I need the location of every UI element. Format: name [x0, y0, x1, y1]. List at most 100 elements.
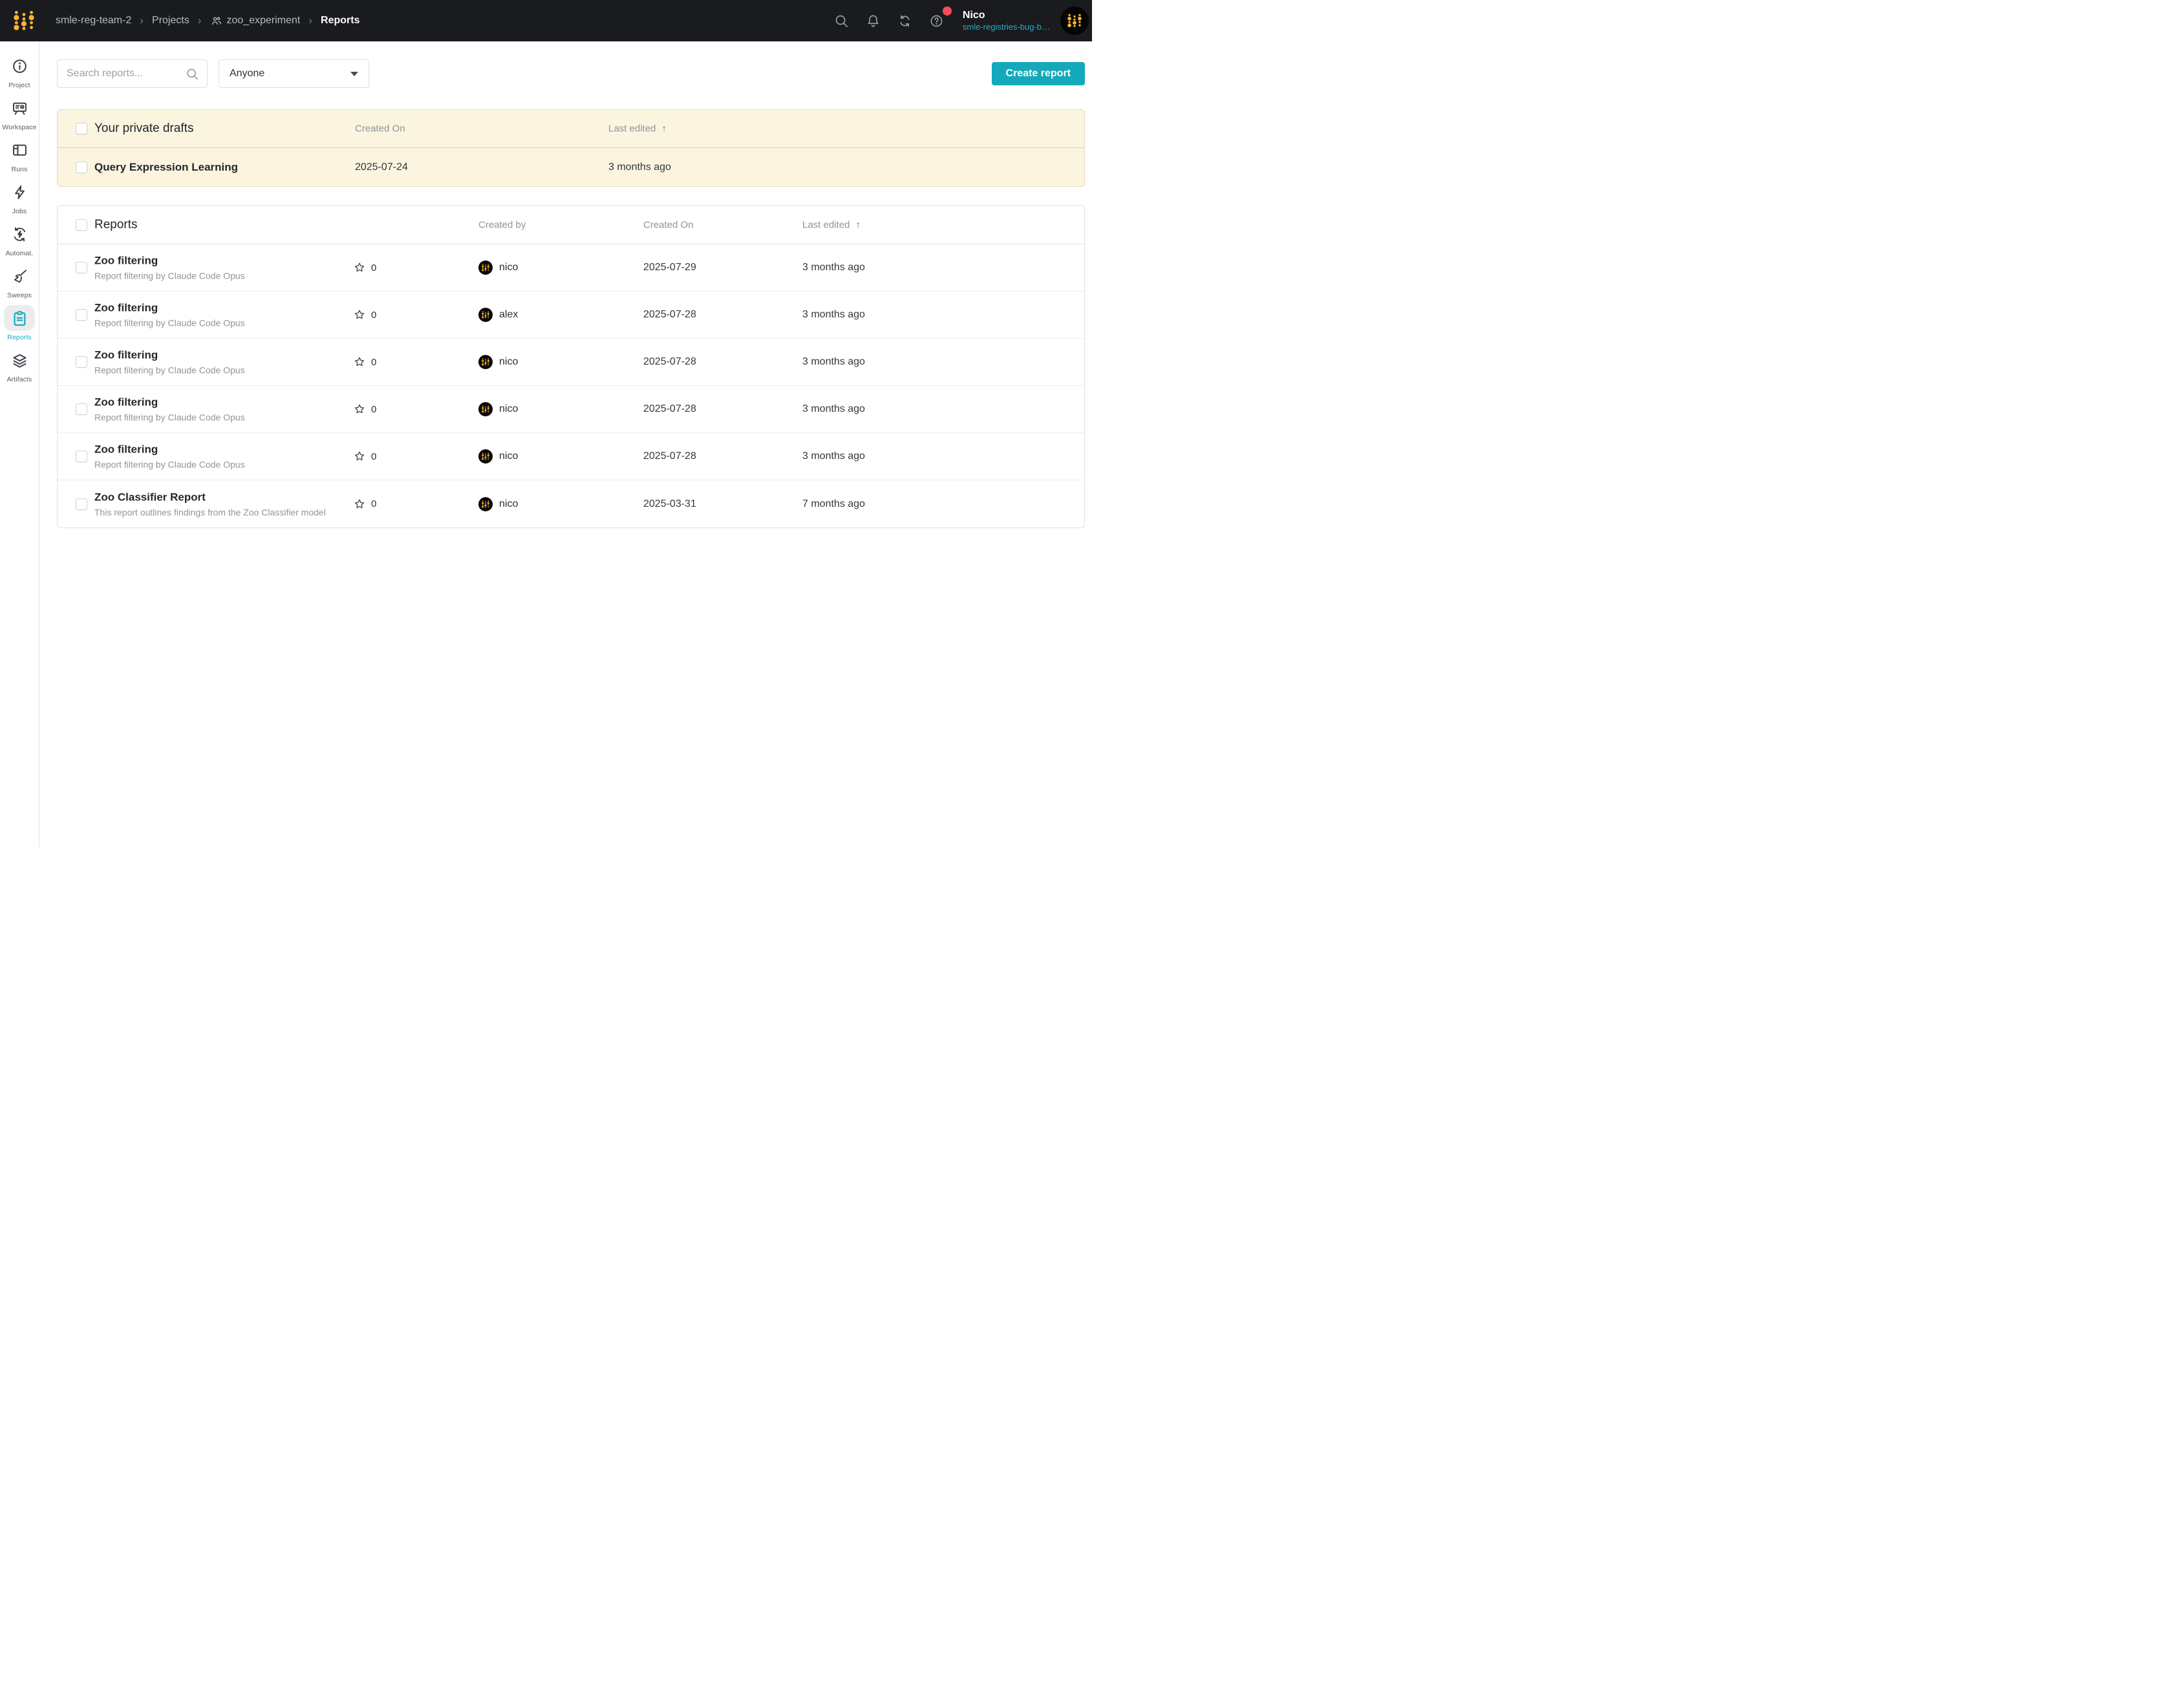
last-edited-cell: 7 months ago: [802, 498, 865, 510]
row-checkbox[interactable]: [76, 451, 87, 462]
star-icon: [353, 356, 366, 368]
reports-last-edited-header[interactable]: Last edited ↑: [802, 219, 861, 230]
bell-icon[interactable]: [861, 8, 886, 34]
report-row[interactable]: Zoo filtering Report filtering by Claude…: [58, 339, 1084, 386]
drafts-last-edited-header[interactable]: Last edited ↑: [608, 123, 667, 134]
star-button[interactable]: 0: [353, 308, 376, 321]
select-all-drafts-checkbox[interactable]: [76, 123, 87, 134]
sidebar-item-sweeps[interactable]: Sweeps: [1, 263, 37, 299]
runs-table-icon: [4, 137, 35, 163]
sidebar-item-automations[interactable]: Automat.: [1, 221, 37, 257]
star-button[interactable]: 0: [353, 403, 376, 416]
avatar: [478, 497, 493, 511]
created-on-cell: 2025-07-28: [643, 309, 696, 321]
row-checkbox[interactable]: [76, 498, 87, 510]
sidebar-item-runs[interactable]: Runs: [1, 137, 37, 173]
report-row[interactable]: Zoo filtering Report filtering by Claude…: [58, 433, 1084, 480]
user-menu[interactable]: Nico smle-registries-bug-b…: [963, 9, 1050, 32]
report-subtitle: Report filtering by Claude Code Opus: [94, 412, 245, 423]
sidebar-item-jobs[interactable]: Jobs: [1, 179, 37, 215]
star-button[interactable]: 0: [353, 261, 376, 274]
toolbar: Anyone Create report: [57, 59, 1085, 88]
info-icon: [4, 53, 35, 79]
sidebar-item-artifacts[interactable]: Artifacts: [1, 347, 37, 383]
breadcrumb-project[interactable]: zoo_experiment: [210, 15, 301, 27]
star-count: 0: [371, 310, 376, 321]
star-button[interactable]: 0: [353, 498, 376, 511]
report-row[interactable]: Zoo filtering Report filtering by Claude…: [58, 244, 1084, 292]
star-icon: [353, 308, 366, 321]
reports-section-title: Reports: [94, 218, 138, 232]
row-checkbox[interactable]: [76, 162, 87, 173]
star-icon: [353, 450, 366, 463]
row-checkbox[interactable]: [76, 356, 87, 368]
draft-row[interactable]: Query Expression Learning 2025-07-24 3 m…: [58, 148, 1084, 186]
avatar: [478, 308, 493, 322]
created-by-name: nico: [499, 451, 518, 462]
report-row[interactable]: Zoo Classifier Report This report outlin…: [58, 480, 1084, 528]
draft-title: Query Expression Learning: [94, 161, 238, 174]
top-nav: smle-reg-team-2 › Projects › zoo_experim…: [0, 0, 1092, 41]
created-by-name: nico: [499, 498, 518, 510]
breadcrumb-current-reports[interactable]: Reports: [321, 15, 359, 27]
report-row[interactable]: Zoo filtering Report filtering by Claude…: [58, 386, 1084, 433]
sidebar-item-project[interactable]: Project: [1, 53, 37, 89]
sidebar-item-workspace[interactable]: Workspace: [1, 95, 37, 131]
report-subtitle: Report filtering by Claude Code Opus: [94, 460, 245, 470]
created-by-name: nico: [499, 403, 518, 415]
team-people-icon: [210, 15, 222, 27]
layers-icon: [4, 347, 35, 373]
created-by-cell: alex: [478, 308, 518, 322]
reports-card: Reports Created by Created On Last edite…: [57, 205, 1085, 528]
report-title: Zoo filtering: [94, 255, 245, 268]
reports-header-row: Reports Created by Created On Last edite…: [58, 206, 1084, 244]
search-input[interactable]: [67, 68, 186, 80]
created-by-cell: nico: [478, 261, 518, 275]
row-checkbox[interactable]: [76, 309, 87, 321]
created-by-name: nico: [499, 356, 518, 368]
sidebar: Project Workspace Runs: [0, 41, 39, 848]
avatar: [478, 355, 493, 369]
star-count: 0: [371, 498, 376, 509]
reports-created-on-header: Created On: [643, 219, 694, 230]
avatar[interactable]: [1060, 6, 1089, 35]
breadcrumb-projects[interactable]: Projects: [152, 15, 189, 27]
help-icon[interactable]: [924, 8, 950, 34]
sidebar-item-reports[interactable]: Reports: [1, 305, 37, 341]
last-edited-cell: 3 months ago: [802, 356, 865, 368]
star-button[interactable]: 0: [353, 450, 376, 463]
star-icon: [353, 261, 366, 274]
created-on-cell: 2025-07-28: [643, 451, 696, 462]
breadcrumb: smle-reg-team-2 › Projects › zoo_experim…: [56, 14, 359, 27]
star-count: 0: [371, 262, 376, 273]
star-button[interactable]: 0: [353, 356, 376, 368]
row-checkbox[interactable]: [76, 262, 87, 273]
notification-badge: [943, 6, 952, 16]
sort-ascending-icon: ↑: [661, 123, 667, 134]
select-all-reports-checkbox[interactable]: [76, 219, 87, 231]
star-count: 0: [371, 451, 376, 462]
row-checkbox[interactable]: [76, 403, 87, 415]
breadcrumb-separator: ›: [308, 14, 312, 27]
breadcrumb-separator: ›: [198, 14, 202, 27]
automations-icon: [4, 221, 35, 247]
star-icon: [353, 403, 366, 416]
draft-created-on: 2025-07-24: [355, 162, 408, 173]
author-filter-value: Anyone: [230, 68, 264, 80]
draft-last-edited: 3 months ago: [608, 162, 671, 173]
author-filter-select[interactable]: Anyone: [219, 59, 369, 88]
create-report-button[interactable]: Create report: [992, 62, 1085, 85]
breadcrumb-entity[interactable]: smle-reg-team-2: [56, 15, 131, 27]
created-by-name: alex: [499, 309, 518, 321]
broom-icon: [4, 263, 35, 289]
drafts-header-row: Your private drafts Created On Last edit…: [58, 110, 1084, 148]
report-row[interactable]: Zoo filtering Report filtering by Claude…: [58, 292, 1084, 339]
created-by-cell: nico: [478, 402, 518, 416]
wandb-logo-icon[interactable]: [12, 8, 36, 33]
sync-icon[interactable]: [892, 8, 918, 34]
chevron-down-icon: [350, 72, 358, 76]
report-title: Zoo Classifier Report: [94, 491, 326, 504]
search-icon[interactable]: [829, 8, 855, 34]
avatar: [478, 449, 493, 464]
created-on-cell: 2025-07-29: [643, 262, 696, 273]
